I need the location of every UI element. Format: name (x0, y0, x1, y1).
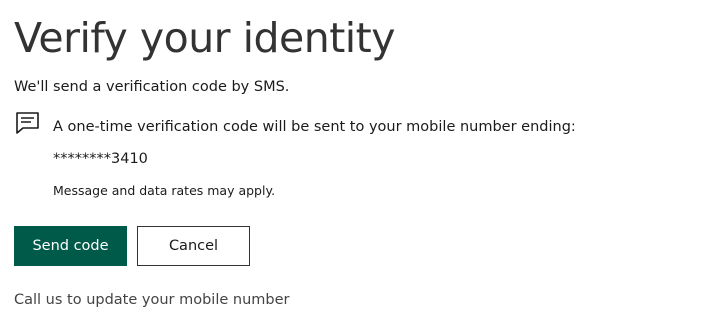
send-code-button[interactable]: Send code (14, 226, 127, 266)
message-icon (15, 111, 41, 135)
sms-notice-text: A one-time verification code will be sen… (53, 119, 576, 135)
cancel-button[interactable]: Cancel (137, 226, 250, 266)
rates-disclaimer: Message and data rates may apply. (53, 183, 276, 198)
update-mobile-number-link[interactable]: Call us to update your mobile number (14, 290, 290, 310)
masked-phone-number: ********3410 (53, 151, 148, 167)
page-title: Verify your identity (14, 14, 396, 62)
page-subtitle: We'll send a verification code by SMS. (14, 79, 290, 95)
